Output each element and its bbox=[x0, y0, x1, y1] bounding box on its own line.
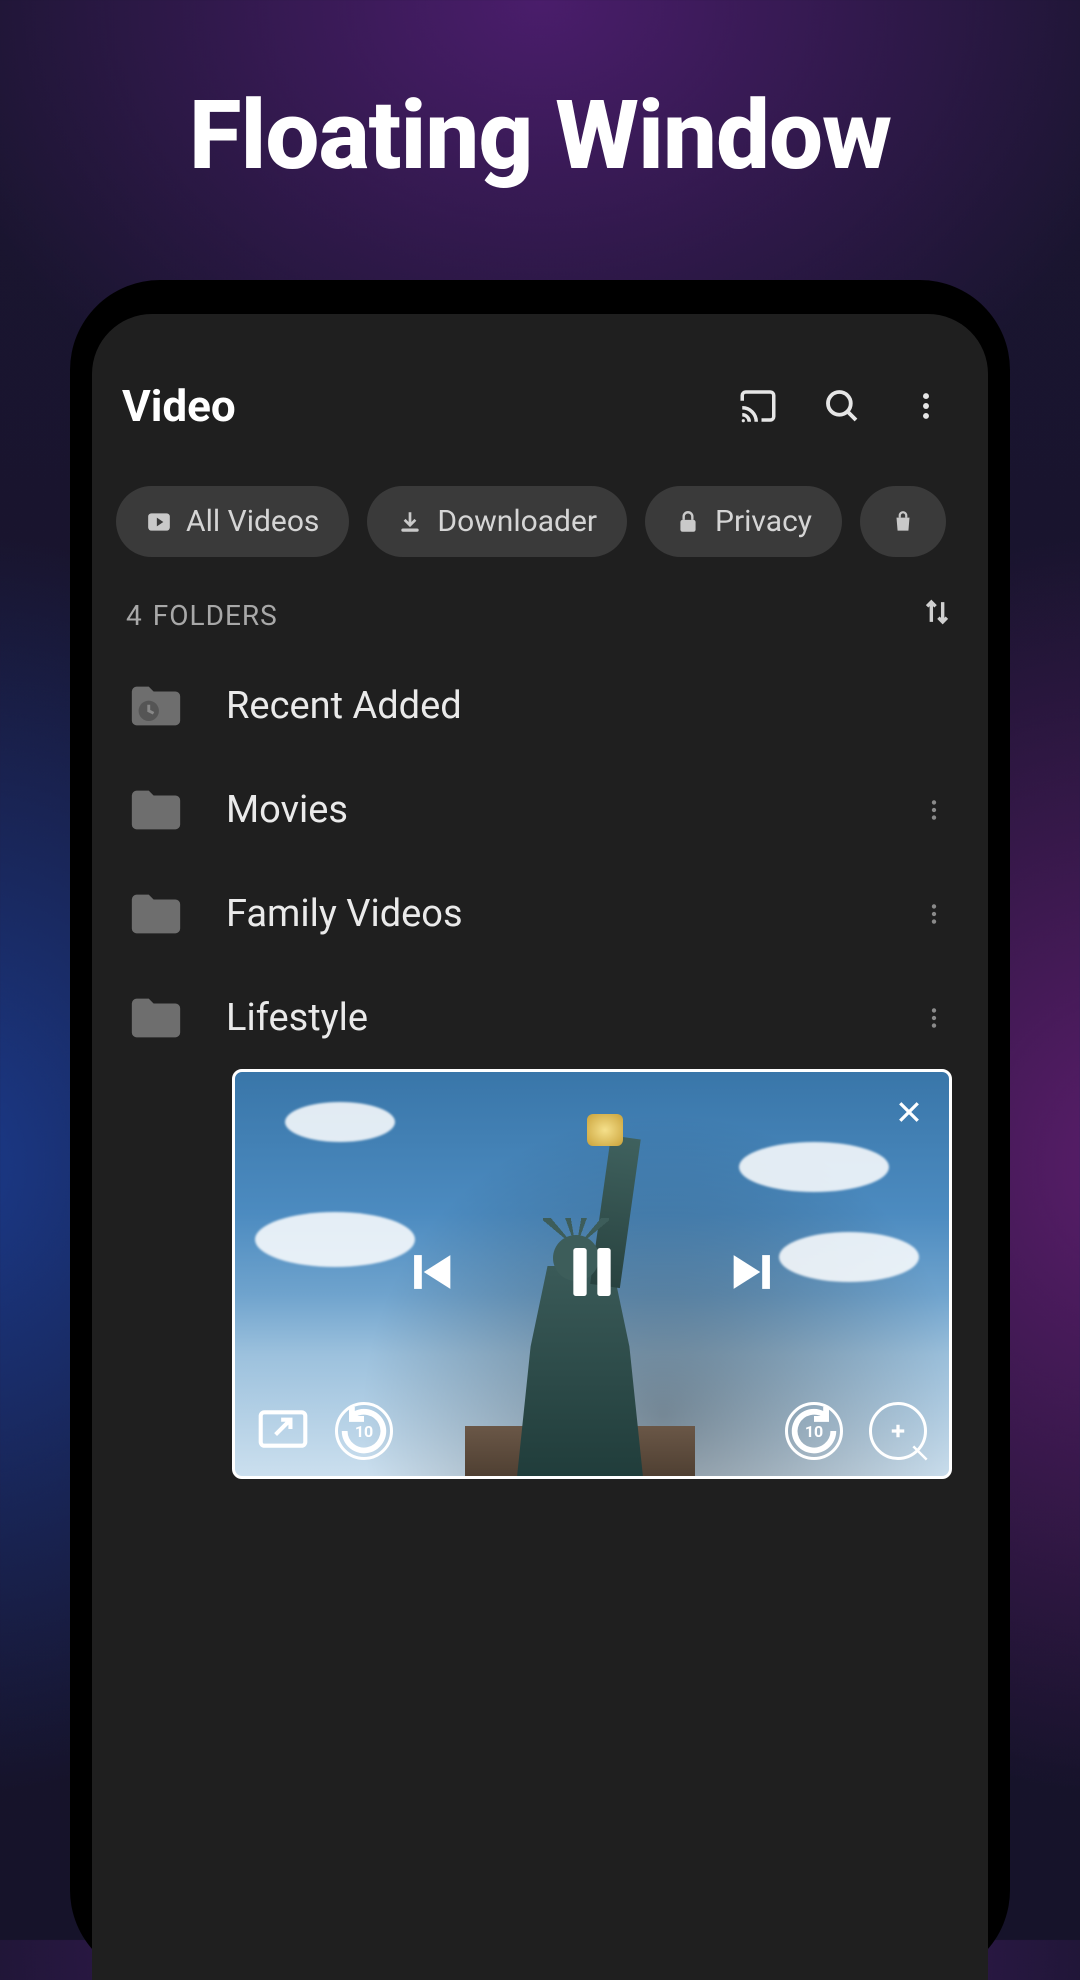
folder-label: Family Videos bbox=[226, 892, 874, 936]
more-vert-icon bbox=[921, 901, 947, 927]
bag-icon bbox=[890, 509, 916, 535]
app-screen: Video bbox=[92, 314, 988, 1980]
forward-10-button[interactable]: 10 bbox=[785, 1402, 843, 1460]
chip-label: Downloader bbox=[437, 504, 597, 539]
sort-icon bbox=[920, 595, 954, 629]
folder-row[interactable]: Recent Added bbox=[112, 654, 968, 758]
skip-next-icon bbox=[724, 1243, 782, 1301]
magnifier-handle-icon bbox=[910, 1443, 930, 1463]
folder-label: Movies bbox=[226, 788, 874, 832]
chip-downloader[interactable]: Downloader bbox=[367, 486, 627, 557]
download-icon bbox=[397, 509, 423, 535]
chip-label: All Videos bbox=[186, 504, 319, 539]
filter-chips: All Videos Downloader Privacy bbox=[92, 468, 988, 567]
fullscreen-button[interactable] bbox=[257, 1408, 309, 1454]
folder-list: Recent Added Movies Family Videos bbox=[92, 654, 988, 1070]
folder-label: Recent Added bbox=[226, 684, 874, 728]
chip-privacy[interactable]: Privacy bbox=[645, 486, 842, 557]
zoom-button[interactable] bbox=[869, 1402, 927, 1460]
chip-overflow[interactable] bbox=[860, 486, 946, 557]
cast-button[interactable] bbox=[726, 374, 790, 438]
folders-section-header: 4 FOLDERS bbox=[92, 567, 988, 654]
search-icon bbox=[821, 385, 863, 427]
page-title: Video bbox=[122, 380, 706, 432]
rewind-icon bbox=[335, 1402, 393, 1460]
chip-label: Privacy bbox=[715, 504, 812, 539]
row-more-button[interactable] bbox=[914, 790, 954, 830]
search-button[interactable] bbox=[810, 374, 874, 438]
folder-row[interactable]: Family Videos bbox=[112, 862, 968, 966]
more-vert-icon bbox=[921, 1005, 947, 1031]
floating-player[interactable]: 10 10 bbox=[232, 1069, 952, 1479]
app-header: Video bbox=[92, 314, 988, 468]
more-button[interactable] bbox=[894, 374, 958, 438]
phone-frame: Video bbox=[70, 280, 1010, 1980]
hero-title: Floating Window bbox=[0, 80, 1080, 192]
folder-icon bbox=[126, 784, 186, 836]
lock-icon bbox=[675, 509, 701, 535]
folder-icon bbox=[126, 888, 186, 940]
pause-icon bbox=[560, 1240, 624, 1304]
clock-folder-icon bbox=[126, 680, 186, 732]
folder-section-label: FOLDERS bbox=[153, 599, 278, 632]
forward-icon bbox=[785, 1402, 843, 1460]
rewind-10-button[interactable]: 10 bbox=[335, 1402, 393, 1460]
player-bottom-bar: 10 10 bbox=[235, 1402, 949, 1460]
play-icon bbox=[146, 509, 172, 535]
folder-icon bbox=[126, 992, 186, 1044]
next-button[interactable] bbox=[724, 1243, 782, 1305]
folder-row[interactable]: Movies bbox=[112, 758, 968, 862]
more-vert-icon bbox=[921, 797, 947, 823]
fullscreen-icon bbox=[257, 1408, 309, 1450]
folder-label: Lifestyle bbox=[226, 996, 874, 1040]
folder-count: 4 bbox=[126, 599, 143, 632]
cast-icon bbox=[737, 385, 779, 427]
chip-all-videos[interactable]: All Videos bbox=[116, 486, 349, 557]
row-more-button[interactable] bbox=[914, 998, 954, 1038]
skip-previous-icon bbox=[402, 1243, 460, 1301]
sort-button[interactable] bbox=[920, 595, 954, 636]
pause-button[interactable] bbox=[560, 1240, 624, 1308]
more-vert-icon bbox=[909, 389, 943, 423]
row-more-placeholder bbox=[914, 686, 954, 726]
row-more-button[interactable] bbox=[914, 894, 954, 934]
zoom-in-icon bbox=[883, 1416, 913, 1446]
folder-row[interactable]: Lifestyle bbox=[112, 966, 968, 1070]
previous-button[interactable] bbox=[402, 1243, 460, 1305]
